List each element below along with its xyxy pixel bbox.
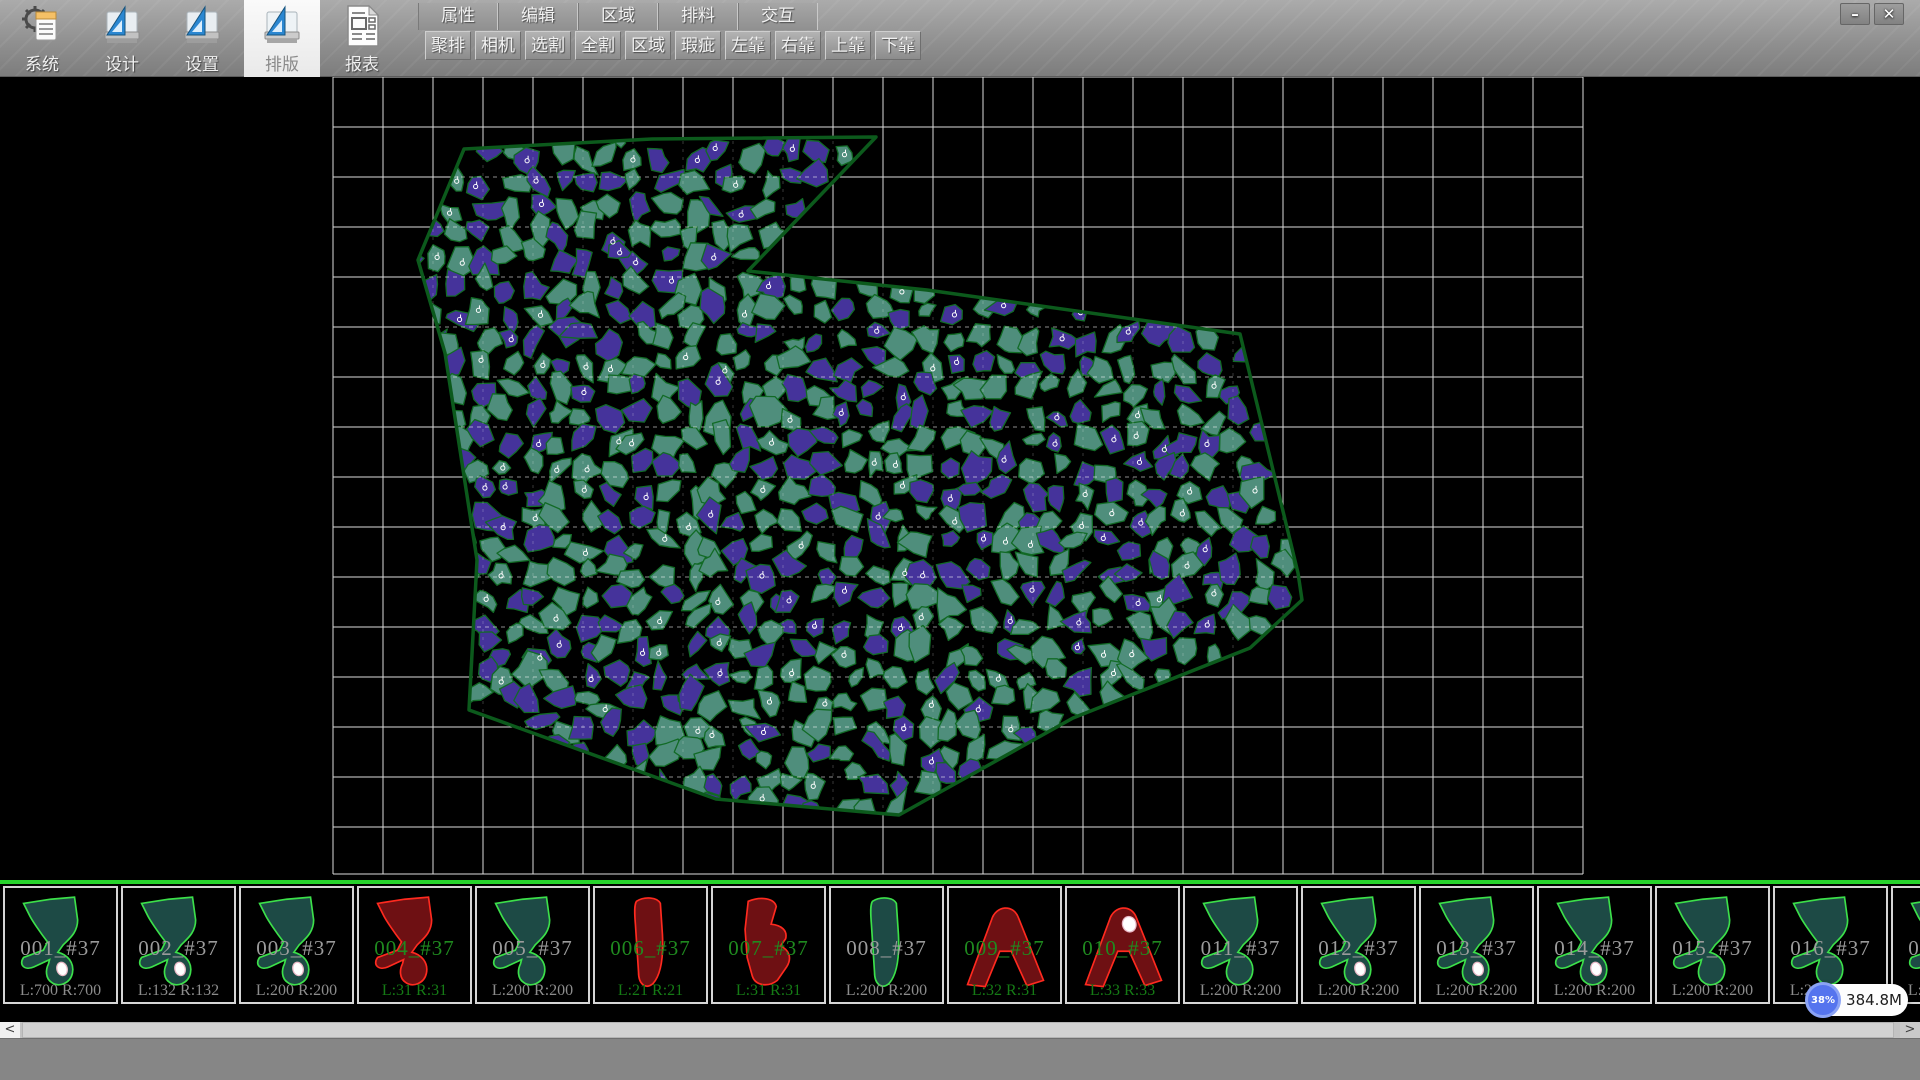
tool-button-聚排[interactable]: 聚排 [425,31,471,60]
big-button-label: 系统 [25,50,59,75]
piece-thumbnail[interactable]: 009_#37 L:32 R:31 [947,886,1062,1004]
piece-name: 011_#37 [1185,936,1296,961]
piece-lr-count: L:200 R:200 [1421,982,1532,1000]
piece-thumbnail[interactable]: 014_#37 L:200 R:200 [1537,886,1652,1004]
tool-button-右靠[interactable]: 右靠 [775,31,821,60]
piece-name: 015_#37 [1657,936,1768,961]
piece-lr-count: L:200 R:200 [1657,982,1768,1000]
nesting-setsquare-icon [261,4,303,48]
menu-tab-交互[interactable]: 交互 [738,3,818,30]
design-setsquare-icon [101,4,143,48]
piece-name: 003_#37 [241,936,352,961]
horizontal-scrollbar[interactable]: < > [0,1022,1920,1038]
piece-thumbnail[interactable]: 011_#37 L:200 R:200 [1183,886,1298,1004]
piece-thumbnail[interactable]: 012_#37 L:200 R:200 [1301,886,1416,1004]
bottom-status-panel [0,1038,1920,1080]
system-gear-icon [21,4,63,48]
piece-thumbnail[interactable]: 015_#37 L:200 R:200 [1655,886,1770,1004]
application-window: 系统设计设置排版报表 属性编辑区域排料交互 聚排相机选割全割区域瑕疵左靠右靠上靠… [0,0,1920,1080]
piece-lr-count: L:200 R:200 [1185,982,1296,1000]
piece-thumbnail[interactable]: 004_#37 L:31 R:31 [357,886,472,1004]
window-controls: – ✕ [1840,3,1904,25]
piece-thumbnail[interactable]: 003_#37 L:200 R:200 [239,886,354,1004]
tool-button-相机[interactable]: 相机 [475,31,521,60]
piece-name: 012_#37 [1303,936,1414,961]
piece-name: 013_#37 [1421,936,1532,961]
tool-button-row: 聚排相机选割全割区域瑕疵左靠右靠上靠下靠 [425,31,921,60]
minimize-button[interactable]: – [1840,3,1870,25]
piece-name: 017_#37 [1893,936,1920,961]
menu-tab-排料[interactable]: 排料 [658,3,738,30]
piece-name: 010_#37 [1067,936,1178,961]
big-button-label: 设计 [105,50,139,75]
tool-button-全割[interactable]: 全割 [575,31,621,60]
scroll-right-arrow[interactable]: > [1900,1022,1920,1038]
status-badge[interactable]: 38% 384.8M [1806,984,1908,1016]
big-button-设置[interactable]: 设置 [164,0,240,77]
settings-setsquare-icon [181,4,223,48]
scrollbar-thumb[interactable] [22,1022,1894,1038]
nesting-canvas[interactable] [0,77,1920,880]
piece-lr-count: L:200 R:200 [831,982,942,1000]
piece-thumbnail[interactable]: 010_#37 L:33 R:33 [1065,886,1180,1004]
piece-name: 001_#37 [5,936,116,961]
piece-name: 016_#37 [1775,936,1886,961]
piece-lr-count: L:200 R:200 [241,982,352,1000]
scroll-left-arrow[interactable]: < [0,1022,20,1038]
piece-lr-count: L:200 R:200 [477,982,588,1000]
piece-thumbnail[interactable]: 006_#37 L:21 R:21 [593,886,708,1004]
piece-thumbnail[interactable]: 007_#37 L:31 R:31 [711,886,826,1004]
big-button-label: 排版 [265,50,299,75]
piece-thumbnail[interactable]: 002_#37 L:132 R:132 [121,886,236,1004]
close-button[interactable]: ✕ [1874,3,1904,25]
piece-lr-count: L:31 R:31 [359,982,470,1000]
piece-name: 009_#37 [949,936,1060,961]
piece-thumbnail[interactable]: 013_#37 L:200 R:200 [1419,886,1534,1004]
piece-thumbnail[interactable]: 001_#37 L:700 R:700 [3,886,118,1004]
piece-lr-count: L:700 R:700 [5,982,116,1000]
pieces-thumbnail-strip: 001_#37 L:700 R:700 002_#37 L:132 R:132 003_… [0,884,1920,1022]
piece-thumbnail[interactable]: 005_#37 L:200 R:200 [475,886,590,1004]
piece-lr-count: L:132 R:132 [123,982,234,1000]
nesting-scene-svg [0,77,1920,880]
big-button-设计[interactable]: 设计 [84,0,160,77]
piece-thumbnail[interactable]: 008_#37 L:200 R:200 [829,886,944,1004]
piece-lr-count: L:32 R:31 [949,982,1060,1000]
piece-lr-count: L:200 R:200 [1303,982,1414,1000]
menu-tab-row: 属性编辑区域排料交互 [418,3,818,30]
big-button-label: 设置 [185,50,219,75]
piece-name: 005_#37 [477,936,588,961]
big-button-排版[interactable]: 排版 [244,0,320,77]
menu-tab-编辑[interactable]: 编辑 [498,3,578,30]
memory-value: 384.8M [1844,984,1904,1016]
report-document-icon [341,4,383,48]
menu-tab-区域[interactable]: 区域 [578,3,658,30]
piece-lr-count: L:200 R:200 [1539,982,1650,1000]
tool-button-区域[interactable]: 区域 [625,31,671,60]
tool-button-瑕疵[interactable]: 瑕疵 [675,31,721,60]
big-button-label: 报表 [345,50,379,75]
tool-button-上靠[interactable]: 上靠 [825,31,871,60]
big-button-报表[interactable]: 报表 [324,0,400,77]
piece-lr-count: L:21 R:21 [595,982,706,1000]
piece-name: 007_#37 [713,936,824,961]
piece-lr-count: L:33 R:33 [1067,982,1178,1000]
menu-tab-属性[interactable]: 属性 [418,3,498,30]
tool-button-下靠[interactable]: 下靠 [875,31,921,60]
main-toolbar: 系统设计设置排版报表 属性编辑区域排料交互 聚排相机选割全割区域瑕疵左靠右靠上靠… [0,0,1920,77]
piece-name: 006_#37 [595,936,706,961]
piece-name: 004_#37 [359,936,470,961]
piece-lr-count: L:31 R:31 [713,982,824,1000]
piece-name: 008_#37 [831,936,942,961]
piece-name: 014_#37 [1539,936,1650,961]
tool-button-选割[interactable]: 选割 [525,31,571,60]
tool-button-左靠[interactable]: 左靠 [725,31,771,60]
piece-name: 002_#37 [123,936,234,961]
big-button-系统[interactable]: 系统 [4,0,80,77]
percent-indicator: 38% [1805,982,1841,1018]
